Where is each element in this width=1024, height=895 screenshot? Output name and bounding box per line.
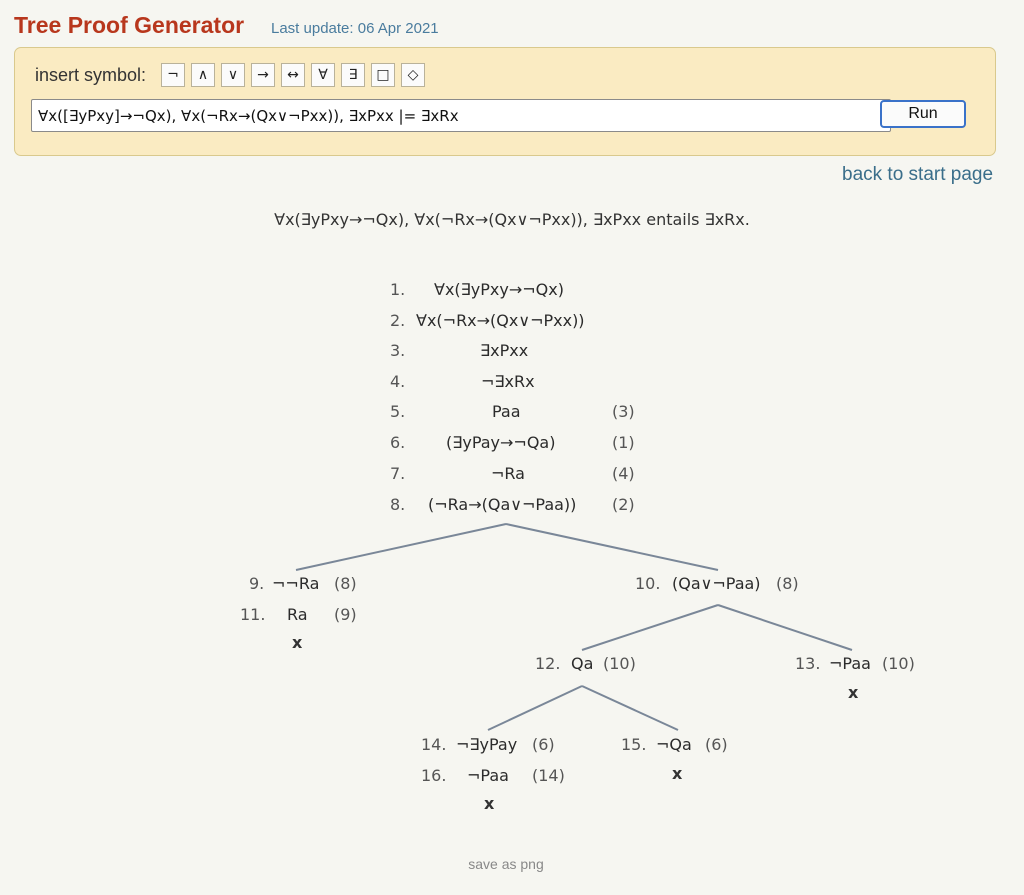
- line-number: 16.: [421, 766, 447, 785]
- line-formula: (¬Ra→(Qa∨¬Paa)): [428, 495, 577, 514]
- line-formula: ¬Ra: [491, 464, 525, 483]
- line-formula: (∃yPay→¬Qa): [446, 433, 556, 452]
- line-formula: ¬Paa: [829, 654, 871, 673]
- closed-branch-mark: x: [484, 794, 495, 813]
- edge-10-to-12: [581, 604, 719, 651]
- line-formula: (Qa∨¬Paa): [672, 574, 761, 593]
- closed-branch-mark: x: [848, 683, 859, 702]
- line-reason: (2): [612, 495, 635, 514]
- line-formula: Ra: [287, 605, 308, 624]
- edge-12-to-15: [581, 685, 679, 731]
- line-number: 3.: [390, 341, 406, 360]
- proof-tree: 1. ∀x(∃yPxy→¬Qx) 2. ∀x(¬Rx→(Qx∨¬Pxx)) 3.…: [0, 0, 1024, 895]
- line-number: 13.: [795, 654, 821, 673]
- line-formula: ¬Qa: [656, 735, 692, 754]
- line-formula: Paa: [492, 402, 521, 421]
- line-formula: ¬Paa: [467, 766, 509, 785]
- line-number: 1.: [390, 280, 406, 299]
- save-as-png-link[interactable]: save as png: [0, 856, 1012, 872]
- line-formula: ∀x(¬Rx→(Qx∨¬Pxx)): [416, 311, 585, 330]
- closed-branch-mark: x: [292, 633, 303, 652]
- line-reason: (14): [532, 766, 565, 785]
- line-number: 15.: [621, 735, 647, 754]
- line-reason: (8): [776, 574, 799, 593]
- line-reason: (6): [532, 735, 555, 754]
- line-formula: ∃xPxx: [480, 341, 529, 360]
- line-number: 14.: [421, 735, 447, 754]
- line-number: 5.: [390, 402, 406, 421]
- line-number: 9.: [249, 574, 265, 593]
- edge-12-to-14: [487, 685, 583, 731]
- line-number: 2.: [390, 311, 406, 330]
- line-formula: ¬∃yPay: [456, 735, 518, 754]
- line-formula: ¬∃xRx: [481, 372, 535, 391]
- line-reason: (4): [612, 464, 635, 483]
- edge-10-to-13: [717, 604, 853, 651]
- line-reason: (9): [334, 605, 357, 624]
- line-formula: Qa: [571, 654, 594, 673]
- line-reason: (8): [334, 574, 357, 593]
- line-formula: ∀x(∃yPxy→¬Qx): [434, 280, 564, 299]
- line-number: 11.: [240, 605, 266, 624]
- line-number: 4.: [390, 372, 406, 391]
- line-number: 7.: [390, 464, 406, 483]
- line-reason: (6): [705, 735, 728, 754]
- line-reason: (10): [882, 654, 915, 673]
- closed-branch-mark: x: [672, 764, 683, 783]
- line-reason: (3): [612, 402, 635, 421]
- line-reason: (1): [612, 433, 635, 452]
- line-reason: (10): [603, 654, 636, 673]
- line-number: 8.: [390, 495, 406, 514]
- line-number: 6.: [390, 433, 406, 452]
- line-number: 10.: [635, 574, 661, 593]
- edge-8-to-9: [295, 523, 507, 571]
- line-number: 12.: [535, 654, 561, 673]
- edge-8-to-10: [505, 523, 719, 571]
- line-formula: ¬¬Ra: [272, 574, 320, 593]
